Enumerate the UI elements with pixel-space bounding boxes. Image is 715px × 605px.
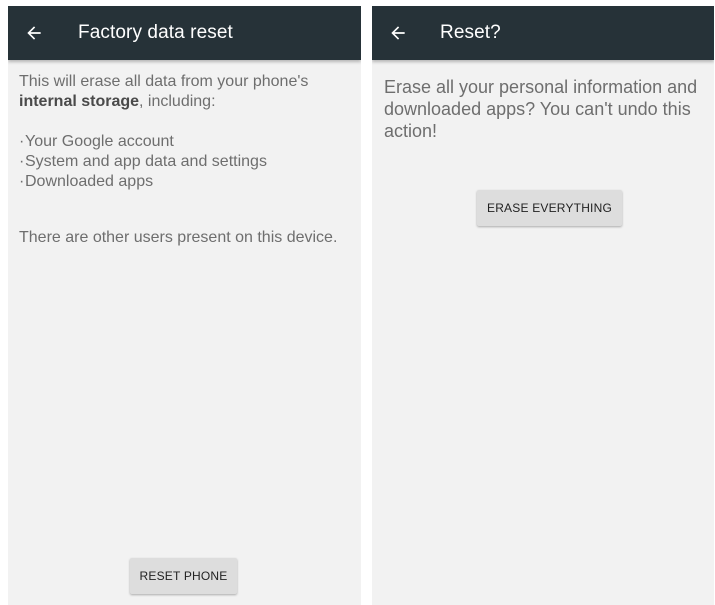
confirm-message: Erase all your personal information and …: [372, 60, 714, 142]
confirm-text: Erase all your personal information and …: [384, 77, 698, 141]
list-item: · Your Google account: [19, 132, 345, 152]
page-title: Reset?: [440, 22, 501, 43]
page-title: Factory data reset: [78, 22, 233, 43]
intro-tail: , including:: [139, 93, 216, 110]
intro-text: This will erase all data from your phone…: [19, 72, 345, 112]
arrow-back-icon: [27, 26, 41, 40]
arrow-back-icon: [391, 26, 405, 40]
erase-list: · Your Google account · System and app dat…: [19, 132, 345, 192]
erase-everything-button[interactable]: ERASE EVERYTHING: [477, 190, 622, 226]
list-item: · Downloaded apps: [19, 172, 345, 192]
internal-storage-emphasis: internal storage: [19, 93, 140, 110]
list-item-label: Your Google account: [25, 133, 174, 150]
back-button[interactable]: [372, 6, 424, 60]
other-users-note: There are other users present on this de…: [19, 229, 338, 246]
list-item-label: System and app data and settings: [25, 153, 267, 170]
reset-info: This will erase all data from your phone…: [8, 60, 361, 248]
reset-confirm-screen: Reset? Erase all your personal informati…: [372, 6, 714, 605]
intro-lead: This will erase all data from your phone…: [19, 73, 309, 90]
reset-phone-button[interactable]: RESET PHONE: [130, 558, 237, 594]
list-item: · System and app data and settings: [19, 152, 345, 172]
app-bar: Factory data reset: [8, 6, 361, 60]
back-button[interactable]: [8, 6, 60, 60]
app-bar: Reset?: [372, 6, 714, 60]
list-item-label: Downloaded apps: [25, 173, 154, 190]
factory-reset-screen: Factory data reset This will erase all d…: [8, 6, 361, 605]
